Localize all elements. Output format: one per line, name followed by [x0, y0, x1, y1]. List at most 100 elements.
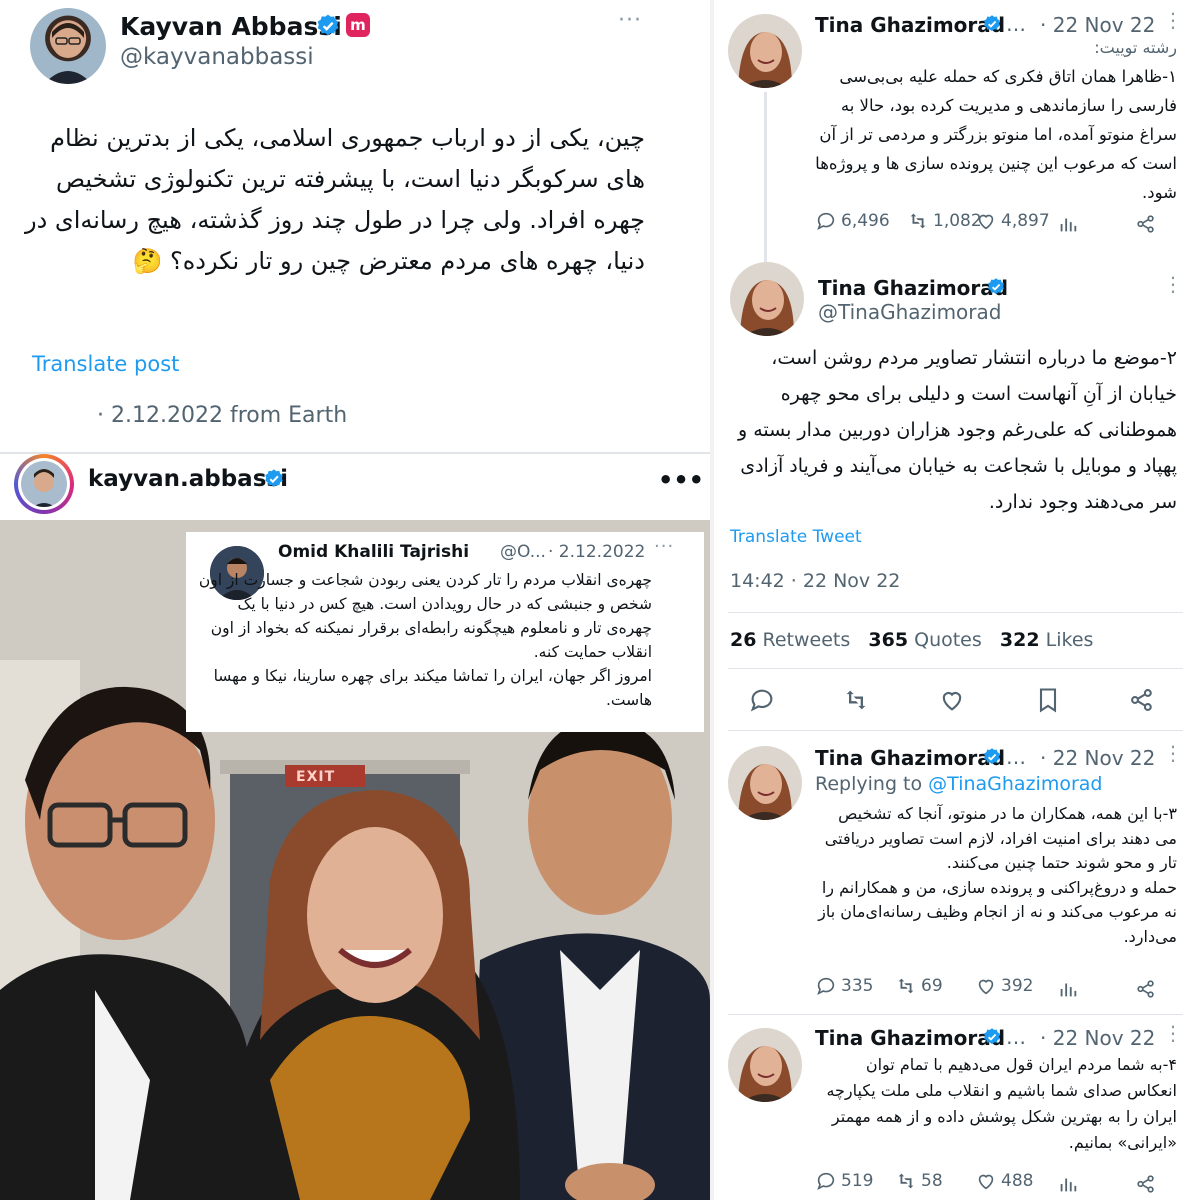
retweets-label: Retweets [762, 629, 851, 651]
exit-sign: EXIT [296, 769, 336, 785]
author-name[interactable]: Tina Ghazimorad [815, 1026, 1005, 1050]
reply-button[interactable]: 6,496 [815, 210, 890, 232]
bookmark-icon[interactable] [1034, 686, 1062, 714]
views-icon[interactable] [1057, 1173, 1079, 1195]
replying-prefix: Replying to [815, 773, 923, 795]
divider [728, 668, 1183, 669]
author-handle[interactable]: @TinaGhazimorad [818, 300, 1001, 324]
translate-tweet-link[interactable]: Translate Tweet [730, 527, 862, 547]
retweets-stat[interactable]: 26 Retweets [730, 629, 850, 651]
avatar-image [728, 746, 802, 820]
embedded-author-handle[interactable]: @O... [500, 542, 546, 562]
tweet-body: ۱-ظاهرا همان اتاق فکری که حمله علیه بی‌ب… [815, 67, 1177, 202]
retweet-button[interactable]: 69 [895, 975, 943, 997]
like-count: 392 [1001, 976, 1034, 996]
instagram-avatar[interactable] [14, 454, 74, 514]
author-name[interactable]: Tina Ghazimorad [815, 746, 1005, 770]
tweet-body: چین، یکی از دو ارباب جمهوری اسلامی، یکی … [25, 124, 645, 275]
more-options-icon[interactable]: ••• [658, 466, 704, 494]
avatar-image [730, 262, 804, 336]
share-icon[interactable] [1135, 1173, 1157, 1195]
views-icon[interactable] [1057, 213, 1079, 235]
reply-count: 335 [841, 976, 874, 996]
thread-line [764, 92, 767, 262]
author-name[interactable]: Tina Ghazimorad [818, 276, 1008, 300]
tweet-timestamp: 14:42 · 22 Nov 22 [730, 570, 901, 592]
handle-truncated[interactable]: … [1006, 12, 1026, 36]
divider [728, 730, 1183, 731]
avatar[interactable] [730, 262, 804, 336]
more-options-icon[interactable]: ⋮ [1163, 272, 1184, 296]
author-name[interactable]: Tina Ghazimorad [815, 13, 1005, 37]
instagram-username[interactable]: kayvan.abbassi [88, 466, 288, 492]
handle-truncated[interactable]: … [1006, 745, 1026, 769]
more-options-icon[interactable]: ··· [618, 8, 642, 33]
retweet-icon [898, 978, 914, 994]
quotes-stat[interactable]: 365 Quotes [868, 629, 981, 651]
like-count: 4,897 [1001, 211, 1050, 231]
avatar-image [44, 23, 92, 84]
avatar[interactable] [728, 1028, 802, 1102]
replying-handle-link[interactable]: @TinaGhazimorad [928, 773, 1102, 795]
tweet-date: · 22 Nov 22 [1040, 13, 1156, 37]
more-options-icon[interactable]: ··· [654, 536, 674, 557]
tweet-body: ۴-به شما مردم ایران قول می‌دهیم با تمام … [826, 1055, 1177, 1152]
verified-badge-icon [315, 13, 341, 39]
avatar-image [728, 14, 802, 88]
verified-badge-icon [982, 747, 1002, 767]
divider [728, 612, 1183, 613]
embedded-author-name[interactable]: Omid Khalili Tajrishi [278, 542, 469, 562]
post-meta: · 2.12.2022 from Earth [97, 403, 348, 428]
avatar[interactable] [728, 14, 802, 88]
heart-icon [978, 1174, 994, 1190]
retweet-icon[interactable] [842, 686, 870, 714]
author-handle[interactable]: @kayvanabbassi [120, 44, 314, 70]
tweet-actions: 519 58 488 [815, 1170, 1175, 1198]
handle-truncated[interactable]: … [1006, 1025, 1026, 1049]
instagram-avatar-image [21, 461, 67, 507]
like-button[interactable]: 392 [975, 975, 1033, 997]
avatar-image [728, 1028, 802, 1102]
engagement-stats: 26 Retweets 365 Quotes 322 Likes [730, 629, 1093, 651]
retweet-count: 58 [921, 1171, 943, 1191]
more-options-icon[interactable]: ⋮ [1163, 741, 1184, 765]
reply-count: 519 [841, 1171, 874, 1191]
heart-icon[interactable] [938, 686, 966, 714]
avatar[interactable] [30, 8, 106, 84]
retweet-icon [910, 213, 926, 229]
more-options-icon[interactable]: ⋮ [1163, 1021, 1184, 1045]
author-name[interactable]: Kayvan Abbassi [120, 12, 342, 41]
share-icon[interactable] [1135, 213, 1157, 235]
translate-post-link[interactable]: Translate post [32, 352, 179, 376]
retweet-button[interactable]: 1,082 [907, 210, 982, 232]
reply-button[interactable]: 519 [815, 1170, 873, 1192]
like-button[interactable]: 488 [975, 1170, 1033, 1192]
reply-icon[interactable] [748, 686, 776, 714]
embedded-tweet-card[interactable]: Omid Khalili Tajrishi @O... · 2.12.2022 … [186, 532, 704, 732]
avatar[interactable] [728, 746, 802, 820]
likes-count: 322 [999, 629, 1040, 651]
tweet-actions: 335 69 392 [815, 975, 1175, 1003]
reply-button[interactable]: 335 [815, 975, 873, 997]
like-count: 488 [1001, 1171, 1034, 1191]
retweet-button[interactable]: 58 [895, 1170, 943, 1192]
affiliate-badge-icon: m [346, 13, 370, 37]
views-icon[interactable] [1057, 978, 1079, 1000]
retweet-count: 69 [921, 976, 943, 996]
embedded-tweet-body: چهره‌ی انقلاب مردم را تار کردن یعنی ربود… [198, 571, 652, 709]
verified-badge-icon [982, 1027, 1002, 1047]
more-options-icon[interactable]: ⋮ [1163, 8, 1184, 32]
quotes-count: 365 [868, 629, 909, 651]
tweet-body: ۲-موضع ما درباره انتشار تصاویر مردم روشن… [738, 347, 1177, 513]
like-button[interactable]: 4,897 [975, 210, 1050, 232]
tweet-body: ۳-با این همه، همکاران ما در منوتو، آنجا … [818, 804, 1177, 946]
share-icon[interactable] [1128, 686, 1156, 714]
tweet-date: · 22 Nov 22 [1040, 1026, 1156, 1050]
tweet-date: · 22 Nov 22 [1040, 746, 1156, 770]
reply-icon [817, 1172, 835, 1190]
thread-label: رشته توییت: [1094, 38, 1177, 57]
reply-icon [817, 212, 835, 230]
share-icon[interactable] [1135, 978, 1157, 1000]
likes-stat[interactable]: 322 Likes [1000, 629, 1094, 651]
reply-icon [817, 977, 835, 995]
